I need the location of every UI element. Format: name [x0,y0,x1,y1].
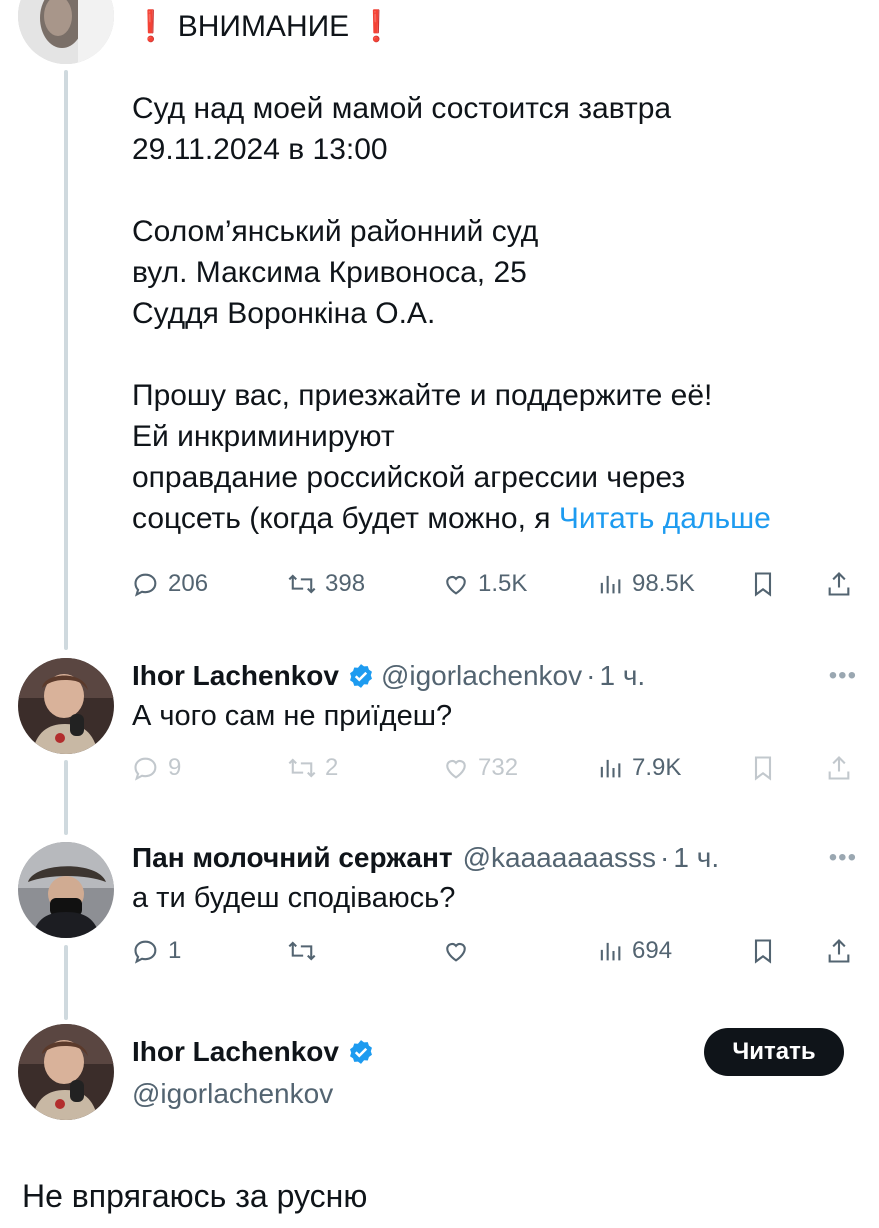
bookmark-icon [754,756,772,781]
timestamp[interactable]: 1 ч. [673,842,719,874]
reply-icon [134,940,157,964]
heart-icon [446,759,466,779]
bookmark-icon [754,939,772,964]
read-more-link[interactable]: Читать дальше [559,502,771,535]
like-button[interactable] [442,933,470,969]
reply-text: А чого сам не приїдеш? [132,700,453,732]
focused-author: Ihor Lachenkov [132,1032,381,1072]
author-handle[interactable]: @igorlachenkov [381,660,582,692]
retweet-icon [288,941,316,961]
author-handle[interactable]: @igorlachenkov [132,1078,333,1110]
reply-header: Ihor Lachenkov @igorlachenkov · 1 ч. [132,656,645,696]
verified-badge-icon [347,1038,375,1066]
retweet-button[interactable] [287,933,317,969]
avatar[interactable] [18,658,114,754]
reply-button[interactable]: 1 [132,933,181,969]
reply-button[interactable]: 9 [132,750,181,786]
exclamation-icon: ❗ [357,10,395,43]
exclamation-icon: ❗ [132,10,170,43]
reply-button[interactable]: 206 [132,566,208,602]
thread-line [64,70,68,650]
author-handle[interactable]: @kaaaaaaasss [463,842,656,874]
views-button[interactable]: 7.9K [596,750,681,786]
bookmark-button[interactable] [750,750,776,786]
tweet-line: вул. Максима Кривоноса, 25 [132,256,527,289]
separator-dot: · [660,842,670,873]
views-button[interactable]: 98.5K [596,566,695,602]
reply-text: а ти будеш сподіваюсь? [132,882,456,914]
retweet-icon [288,758,316,778]
timestamp[interactable]: 1 ч. [599,660,645,692]
share-button[interactable] [826,750,852,786]
reply-icon [134,573,157,597]
tweet-line: 29.11.2024 в 13:00 [132,133,388,166]
author-name[interactable]: Пан молочний сержант [132,842,453,874]
tweet-line: Солом’янський районний суд [132,215,539,248]
focused-handle-line: @igorlachenkov [132,1074,333,1114]
share-button[interactable] [826,566,852,602]
bookmark-button[interactable] [750,933,776,969]
author-name[interactable]: Ihor Lachenkov [132,1036,339,1068]
share-icon [828,756,850,780]
bookmark-button[interactable] [750,566,776,602]
thread-line [64,945,68,1020]
focused-tweet-text: Не впрягаюсь за русню [22,1178,368,1214]
tweet-line: Ей инкриминируют [132,420,395,453]
share-icon [828,939,850,963]
tweet-body: Суд над моей мамой состоится завтра 29.11… [132,88,852,498]
author-name[interactable]: Ihor Lachenkov [132,660,339,692]
reply-icon [134,757,157,781]
avatar[interactable] [18,0,114,64]
views-icon [600,942,621,961]
share-icon [828,572,850,596]
thread-line [64,760,68,835]
tweet-line: Прошу вас, приезжайте и поддержите её! [132,379,713,412]
views-button[interactable]: 694 [596,933,672,969]
tweet-last-line: соцсеть (когда будет можно, я Читать дал… [132,502,771,535]
follow-button[interactable]: Читать [704,1028,844,1076]
separator-dot: · [586,660,596,691]
more-icon[interactable]: ••• [829,662,857,690]
action-bar: 206 398 1.5K 98.5K [132,566,857,602]
retweet-button[interactable]: 398 [287,566,365,602]
tweet-text: ❗ ВНИМАНИЕ ❗ Суд над моей мамой состоитс… [132,6,852,539]
views-icon [600,575,621,594]
tweet-line: Суддя Воронкіна О.А. [132,297,436,330]
bookmark-icon [754,572,772,597]
like-button[interactable]: 1.5K [442,566,527,602]
tweet-line: оправдание российской агрессии через [132,461,686,494]
avatar[interactable] [18,842,114,938]
like-button[interactable]: 732 [442,750,518,786]
more-icon[interactable]: ••• [829,844,857,872]
reply-header: Пан молочний сержант @kaaaaaaasss · 1 ч. [132,838,719,878]
tweet-line: Суд над моей мамой состоится завтра [132,92,672,125]
retweet-button[interactable]: 2 [287,750,338,786]
avatar[interactable] [18,1024,114,1120]
action-bar: 1 694 [132,933,857,969]
retweet-icon [288,574,316,594]
verified-badge-icon [347,662,375,690]
share-button[interactable] [826,933,852,969]
views-icon [600,759,621,778]
action-bar: 9 2 732 7.9K [132,750,857,786]
heart-icon [446,942,466,962]
heart-icon [446,575,466,595]
tweet-heading: ❗ ВНИМАНИЕ ❗ [132,10,395,43]
